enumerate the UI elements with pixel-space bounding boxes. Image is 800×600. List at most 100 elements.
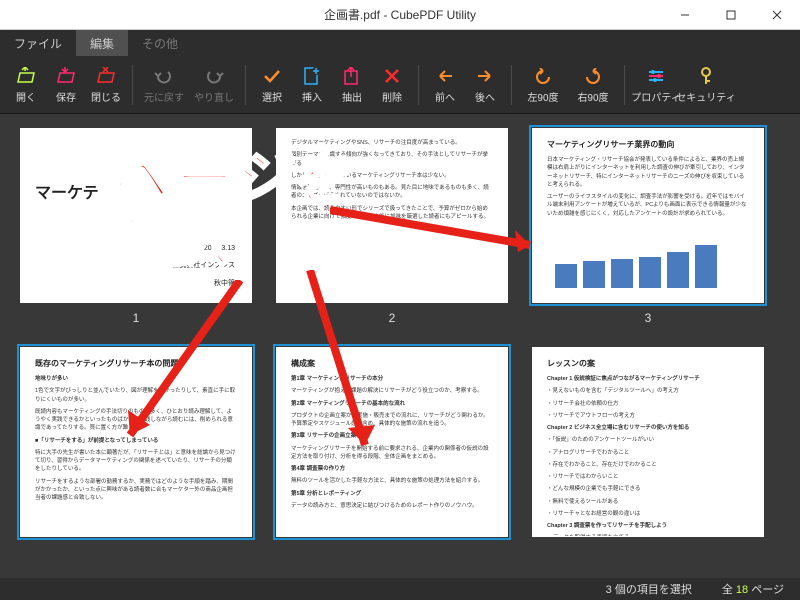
page4-text: 1色で文字がびっしりと並んでいたり、図が理解をつかったりして、素直に手に取りにく… (35, 387, 237, 404)
undo-button[interactable]: 元に戻す (139, 65, 189, 104)
page3-title: マーケティングリサーチ業界の動向 (547, 139, 749, 150)
menu-other[interactable]: その他 (128, 30, 192, 56)
page4-heading: ■「リサーチをする」が前提となってしまっている (35, 437, 237, 445)
separator (418, 65, 419, 105)
page4-text: 既読内容もマーケティングの手法切りのものが多く、ひとおり読み理解して、ようやく実… (35, 408, 237, 433)
rotate-left-icon (532, 65, 554, 87)
page-number-3: 3 (645, 311, 652, 325)
next-button[interactable]: 後へ (465, 65, 505, 104)
menubar: ファイル 編集 その他 (0, 30, 800, 56)
delete-button[interactable]: 削除 (372, 65, 412, 104)
insert-icon (301, 65, 323, 87)
status-total: 全 18 ページ (722, 581, 784, 597)
delete-icon (381, 65, 403, 87)
menu-file[interactable]: ファイル (0, 30, 76, 56)
delete-label: 削除 (382, 89, 402, 104)
insert-button[interactable]: 挿入 (292, 65, 332, 104)
maximize-button[interactable] (708, 0, 754, 30)
prev-button[interactable]: 前へ (425, 65, 465, 104)
extract-button[interactable]: 抽出 (332, 65, 372, 104)
save-label: 保存 (56, 89, 76, 104)
page4-text: 特に大手の先生が書いた本に顕著だが、「リサーチとは」と意味を総論から見つけて切り… (35, 449, 237, 474)
select-button[interactable]: 選択 (252, 65, 292, 104)
window-title: 企画書.pdf - CubePDF Utility (324, 6, 476, 23)
status-prefix: 全 (722, 584, 736, 596)
page-number-1: 1 (133, 311, 140, 325)
rotate-left-label: 左90度 (527, 89, 558, 104)
page5-text: データの読み方と、意思決定に結びつけるためのレポート作りのノウハウ。 (291, 502, 493, 510)
select-label: 選択 (262, 89, 282, 104)
menu-edit[interactable]: 編集 (76, 30, 128, 56)
security-button[interactable]: セキュリティ (681, 65, 731, 104)
status-selection: 3 個の項目を選択 (606, 581, 692, 597)
page2-text: デジタルマーケティングやSNS、リサーチの注目度が高まっている。 (291, 139, 493, 147)
page6-text: ・リサーチではわからいこと (547, 473, 749, 481)
page1-company: 株式会社インプレス (172, 260, 235, 270)
statusbar: 3 個の項目を選択 全 18 ページ (0, 578, 800, 600)
open-button[interactable]: 開く (6, 65, 46, 104)
page-thumbnail-3[interactable]: マーケティングリサーチ業界の動向 日本マーケティング・リサーチ協会が発表している… (532, 128, 764, 303)
undo-label: 元に戻す (144, 89, 184, 104)
page6-text: ・存在でわかること、存在だけでわかること (547, 461, 749, 469)
security-label: セキュリティ (676, 89, 735, 104)
rotate-right-icon (582, 65, 604, 87)
page6-text: ・リサーチ会社の依頼の仕方 (547, 400, 749, 408)
page3-text: 日本マーケティング・リサーチ協会が発表している条件によると、業界の売上規模は右肩… (547, 156, 749, 189)
rotate-right-button[interactable]: 右90度 (568, 65, 618, 104)
titlebar: 企画書.pdf - CubePDF Utility (0, 0, 800, 30)
separator (511, 65, 512, 105)
minimize-button[interactable] (662, 0, 708, 30)
separator (132, 65, 133, 105)
redo-label: やり直し (194, 89, 234, 104)
page2-text: 情報を厳選あり、専門性が高いものもある。見た目に地味であるものも多く、読者のニー… (291, 184, 493, 201)
page6-text: ・アナログリサーチでわかること (547, 449, 749, 457)
page-thumbnail-1[interactable]: マーケテ 2019.3.13 株式会社インプレス 秋中篠 (20, 128, 252, 303)
page5-text: マーケティングリサーチを開始する前に要求される、企業内の関係者の仮説の設定方法を… (291, 445, 493, 462)
page4-title: 既存のマーケティングリサーチ本の問題 (35, 358, 237, 369)
extract-label: 抽出 (342, 89, 362, 104)
toolbar: 開く 保存 閉じる 元に戻す やり直し 選択 挿入 抽出 削除 前へ 後へ (0, 56, 800, 114)
close-file-button[interactable]: 閉じる (86, 65, 126, 104)
page5-text: プロダクトの企画立案から実施・販売までの流れに、リサーチがどう関わるか。予算策定… (291, 412, 493, 429)
close-file-label: 閉じる (91, 89, 121, 104)
properties-button[interactable]: プロパティ (631, 65, 681, 104)
page6-text: ・リサーチャとなお経営の観の違いは (547, 510, 749, 518)
page-number-2: 2 (389, 311, 396, 325)
save-icon (55, 65, 77, 87)
page-thumbnail-2[interactable]: デジタルマーケティングやSNS、リサーチの注目度が高まっている。 個別テーマを意… (276, 128, 508, 303)
page4-heading: 地味りが多い (35, 375, 237, 383)
close-file-icon (95, 65, 117, 87)
page-thumbnail-5[interactable]: 構成案 第1章 マーケティングリサーチの本分 マーケティングが抱える課題の解決に… (276, 347, 508, 537)
page-thumbnail-6[interactable]: レッスンの案 Chapter 1 仮説検証に焦点がつながるマーケティングリサーチ… (532, 347, 764, 537)
prev-icon (434, 65, 456, 87)
rotate-left-button[interactable]: 左90度 (518, 65, 568, 104)
page1-author: 秋中篠 (172, 278, 235, 288)
thumbnail-area[interactable]: マーケテ 2019.3.13 株式会社インプレス 秋中篠 1 デジタルマーケティ… (0, 114, 800, 578)
page2-text: しかし、意外と売れているマーケティングリサーチ本は少ない。 (291, 172, 493, 180)
page6-text: ・見えないものを含む「デジタルツールへ」の考え方 (547, 387, 749, 395)
redo-button[interactable]: やり直し (189, 65, 239, 104)
page5-text: 無料のツールを活かした手軽な方法と、具体的な施策の処理方法を紹介する。 (291, 477, 493, 485)
page6-heading: Chapter 2 ビジネス全立場に含むリサーチの使い方を知る (547, 424, 749, 432)
page5-heading: 第2章 マーケティングリサーチの基本的な流れ (291, 400, 493, 408)
page5-heading: 第5章 分析とレポーティング (291, 490, 493, 498)
page6-text: ・リサーチでアウトフローの考え方 (547, 412, 749, 420)
page5-title: 構成案 (291, 358, 493, 369)
page-thumbnail-4[interactable]: 既存のマーケティングリサーチ本の問題 地味りが多い 1色で文字がびっしりと並んで… (20, 347, 252, 537)
redo-icon (203, 65, 225, 87)
undo-icon (153, 65, 175, 87)
page2-text: 本企画では、読みやすい形でシリーズで扱ってきたことで、予算がゼロから始められる企… (291, 205, 493, 222)
status-suffix: ページ (748, 584, 784, 596)
page1-date: 2019.3.13 (172, 245, 235, 252)
status-page-count: 18 (736, 584, 748, 596)
key-icon (695, 65, 717, 87)
save-button[interactable]: 保存 (46, 65, 86, 104)
page6-text: ・どんな規模の企業でも手軽にできる (547, 485, 749, 493)
next-label: 後へ (475, 89, 495, 104)
open-label: 開く (16, 89, 36, 104)
page4-text: リサーチをするような部署の勤務するか、実務ではどのような手順を踏み、期間がかかっ… (35, 478, 237, 503)
insert-label: 挿入 (302, 89, 322, 104)
separator (624, 65, 625, 105)
close-button[interactable] (754, 0, 800, 30)
window-controls (662, 0, 800, 30)
